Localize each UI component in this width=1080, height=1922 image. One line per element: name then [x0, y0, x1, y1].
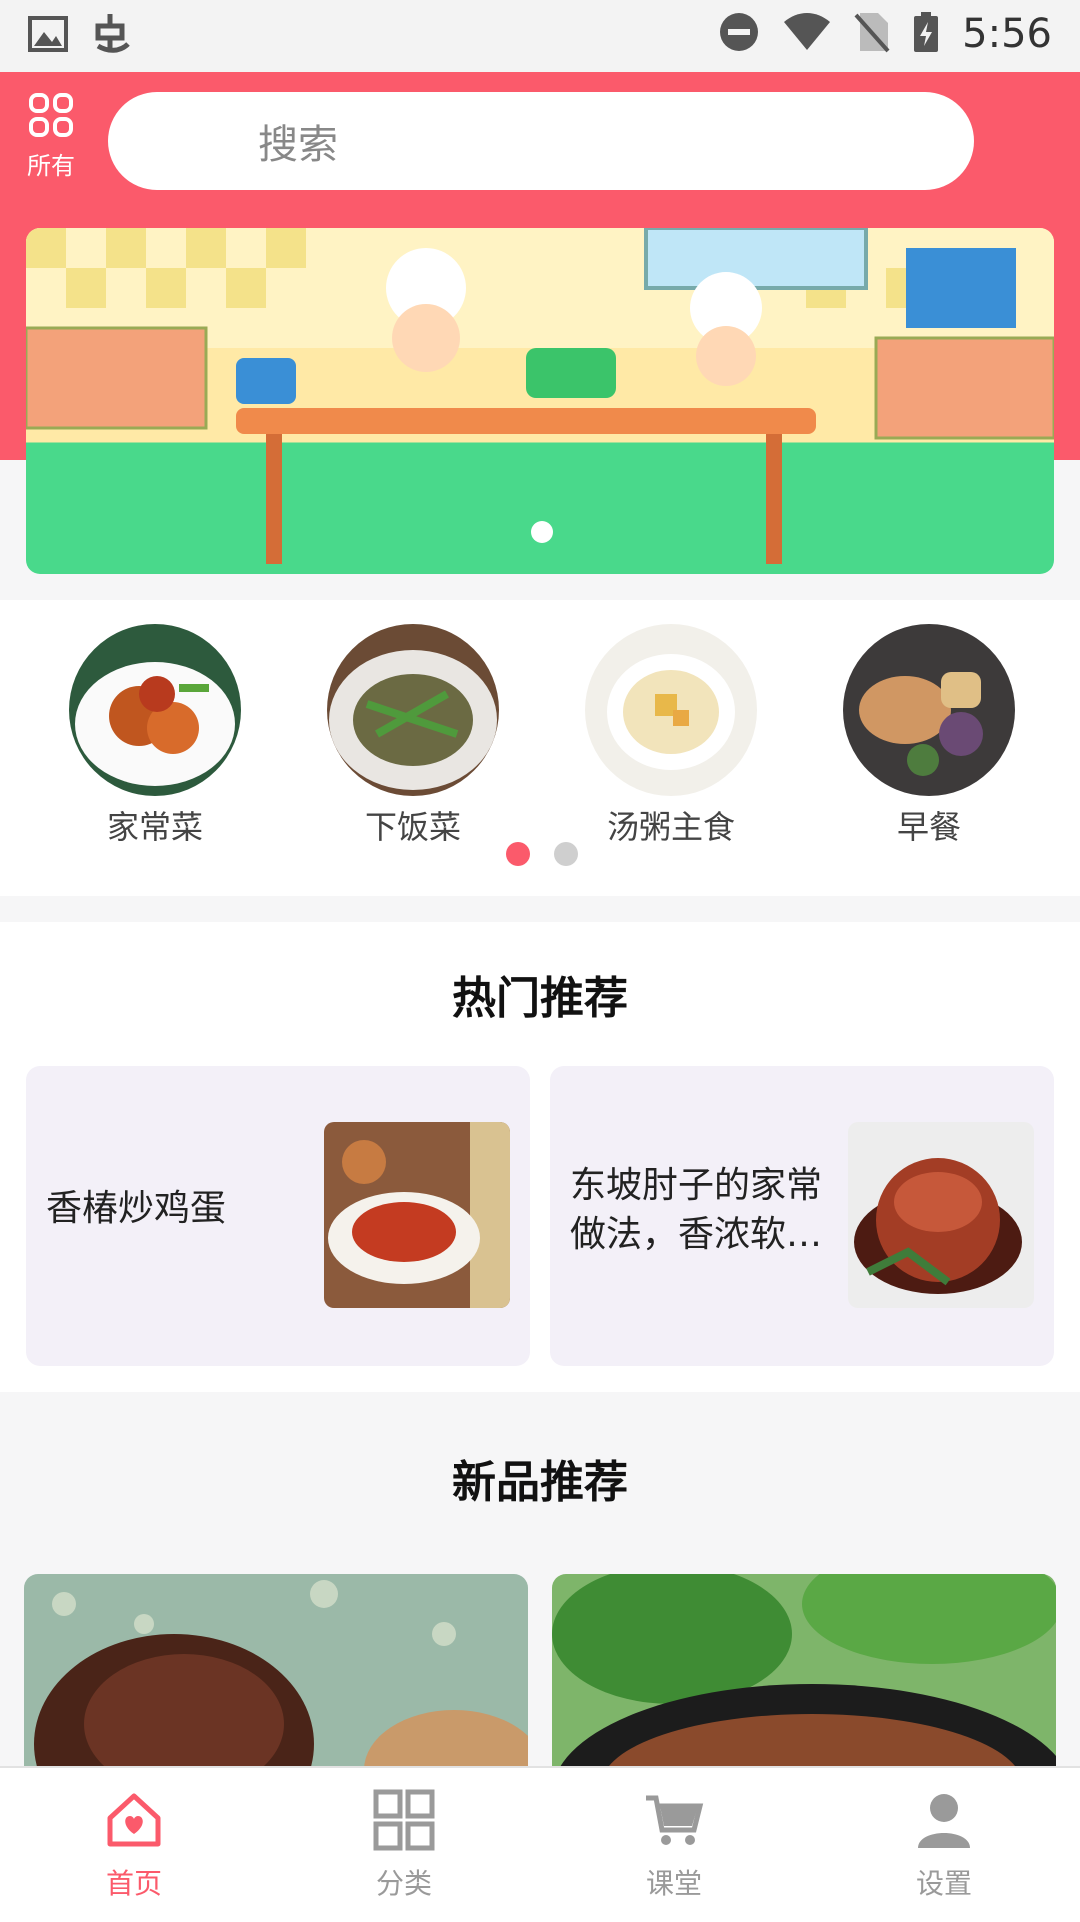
nav-label: 设置 [915, 1867, 972, 1900]
category-image-breakfast [843, 624, 1015, 796]
pager-dot-active[interactable] [506, 842, 530, 866]
all-label: 所有 [27, 152, 75, 180]
hot-item-image [848, 1122, 1034, 1308]
nav-label: 分类 [375, 1867, 432, 1900]
nav-settings[interactable]: 设置 [864, 1788, 1024, 1902]
new-section-title: 新品推荐 [452, 1457, 628, 1508]
grid-icon [372, 1789, 436, 1856]
battery-charging-icon [912, 10, 940, 58]
new-item-image [24, 1574, 528, 1770]
new-item-card[interactable] [552, 1574, 1056, 1770]
category-label: 家常菜 [106, 808, 203, 846]
category-section: 家常菜 下饭菜 汤粥主食 早餐 [0, 600, 1080, 896]
banner-carousel[interactable] [26, 228, 1054, 574]
search-bar[interactable]: 搜索 [108, 92, 974, 190]
category-item-rice-dishes[interactable]: 下饭菜 [327, 624, 499, 848]
category-label: 下饭菜 [364, 808, 461, 846]
category-image-rice-dishes [327, 624, 499, 796]
grid-icon [28, 93, 74, 142]
gallery-icon [28, 14, 68, 58]
hot-item-card[interactable]: 东坡肘子的家常做法，香浓软… [550, 1066, 1054, 1366]
category-image-soup-staple [585, 624, 757, 796]
category-item-home-style[interactable]: 家常菜 [69, 624, 241, 848]
search-placeholder: 搜索 [258, 122, 338, 168]
app-notification-icon [92, 12, 132, 60]
nav-category[interactable]: 分类 [324, 1788, 484, 1902]
wifi-icon [782, 12, 832, 56]
hot-recommend-section: 热门推荐 香椿炒鸡蛋 东坡肘子的家常做法，香浓软… [0, 922, 1080, 1392]
nav-classroom[interactable]: 课堂 [594, 1788, 754, 1902]
hot-item-card[interactable]: 香椿炒鸡蛋 [26, 1066, 530, 1366]
category-label: 早餐 [896, 808, 961, 846]
nav-label: 课堂 [645, 1867, 702, 1900]
new-item-card[interactable] [24, 1574, 528, 1770]
status-bar: 5:56 [0, 0, 1080, 72]
do-not-disturb-icon [718, 11, 760, 57]
banner-indicator-dot [531, 521, 553, 543]
hot-item-image [324, 1122, 510, 1308]
hot-item-title: 东坡肘子的家常做法，香浓软… [570, 1165, 823, 1255]
new-item-image [552, 1574, 1056, 1770]
hot-section-title: 热门推荐 [452, 973, 628, 1024]
category-label: 汤粥主食 [606, 808, 735, 846]
person-icon [912, 1794, 976, 1856]
category-pager [506, 842, 578, 866]
nav-home[interactable]: 首页 [54, 1788, 214, 1902]
nav-label: 首页 [105, 1867, 162, 1900]
bottom-navigation: 首页 分类 课堂 设置 [0, 1766, 1080, 1922]
hot-item-title: 香椿炒鸡蛋 [46, 1188, 227, 1229]
category-image-home-style [69, 624, 241, 796]
status-time: 5:56 [962, 11, 1052, 57]
category-item-soup-staple[interactable]: 汤粥主食 [585, 624, 757, 848]
category-item-breakfast[interactable]: 早餐 [843, 624, 1015, 848]
cart-icon [642, 1795, 706, 1856]
all-categories-button[interactable]: 所有 [18, 92, 84, 181]
no-sim-icon [854, 11, 890, 57]
pager-dot[interactable] [554, 842, 578, 866]
home-heart-icon [102, 1793, 166, 1856]
